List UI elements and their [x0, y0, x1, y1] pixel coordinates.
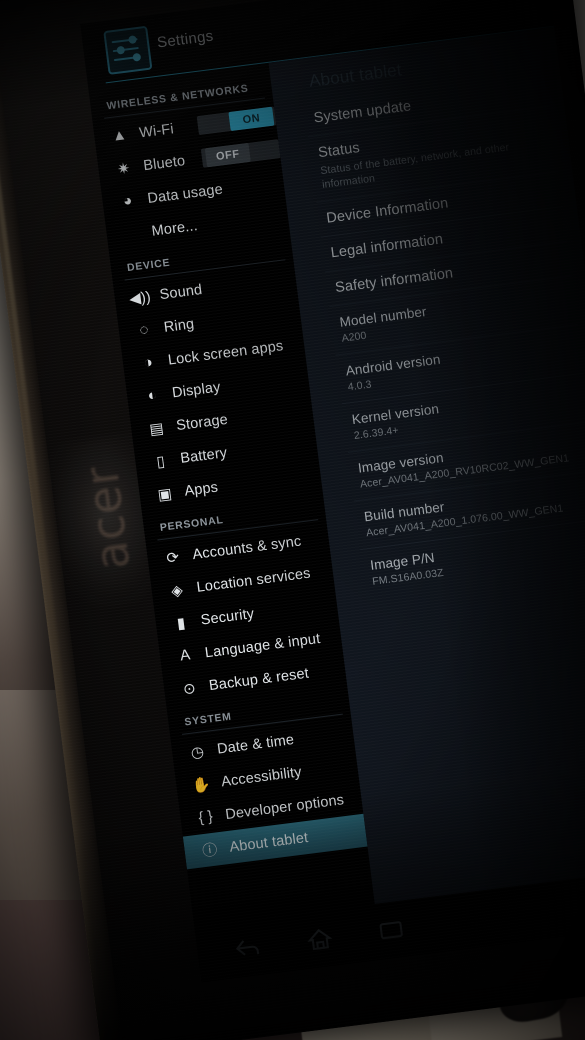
sidebar-item-label: Wi-Fi — [138, 120, 175, 141]
sound-icon: ◀)) — [128, 287, 152, 308]
display-brightness-icon: ◐ — [146, 386, 158, 405]
photo-scene: acer Settings WIRELESS & NETWORKS ▲ Wi-Fi O… — [0, 0, 585, 1040]
info-icon: ⓘ — [201, 841, 219, 861]
sidebar-item-label: Backup & reset — [208, 665, 310, 694]
backup-reset-icon: ⊙ — [182, 679, 197, 698]
app-title: Settings — [156, 27, 215, 52]
sidebar-item-label: Storage — [175, 411, 229, 434]
sidebar-item-label: Security — [199, 605, 256, 629]
back-arrow-icon[interactable] — [234, 936, 263, 961]
sync-icon: ⟳ — [165, 548, 181, 567]
ring-icon: ◌ — [138, 320, 150, 339]
location-icon: ◈ — [170, 581, 184, 600]
sidebar-item-label: Ring — [162, 315, 196, 336]
sidebar-item-label: About tablet — [228, 829, 310, 856]
toggle-wi-fi[interactable]: ON — [228, 106, 275, 132]
sidebar-item-label: Accounts & sync — [191, 533, 303, 563]
sidebar-item-label: Apps — [183, 479, 219, 500]
lock-screen-icon: ◑ — [142, 353, 154, 372]
language-icon: A — [179, 646, 192, 665]
home-icon[interactable] — [305, 926, 334, 953]
wifi-icon: ▲ — [111, 126, 128, 145]
apps-icon: ▣ — [156, 484, 173, 504]
lock-icon: ▮ — [175, 614, 187, 633]
tablet-device: acer Settings WIRELESS & NETWORKS ▲ Wi-Fi O… — [0, 0, 585, 1040]
braces-icon: { } — [197, 807, 214, 827]
storage-icon: ▤ — [148, 419, 165, 439]
sidebar-item-label: More... — [150, 217, 199, 240]
sidebar-item-label: Display — [171, 378, 222, 401]
sidebar-item-label: Date & time — [216, 731, 295, 758]
settings-sliders-icon — [103, 25, 153, 75]
battery-icon: ▯ — [155, 452, 166, 471]
bluetooth-icon: ✷ — [116, 159, 131, 178]
data-usage-icon: ◕ — [122, 192, 134, 211]
recent-apps-icon[interactable] — [377, 918, 406, 943]
sidebar-item-label: Accessibility — [220, 763, 303, 790]
sidebar-item-label: Sound — [158, 281, 204, 303]
sidebar-item-label: Battery — [179, 444, 229, 467]
clock-icon: ◷ — [189, 742, 205, 762]
toggle-blueto[interactable]: OFF — [204, 142, 251, 168]
sidebar-item-label: Data usage — [146, 181, 224, 207]
sidebar-item-label: Blueto — [142, 152, 187, 174]
accessibility-hand-icon: ✋ — [191, 775, 212, 795]
